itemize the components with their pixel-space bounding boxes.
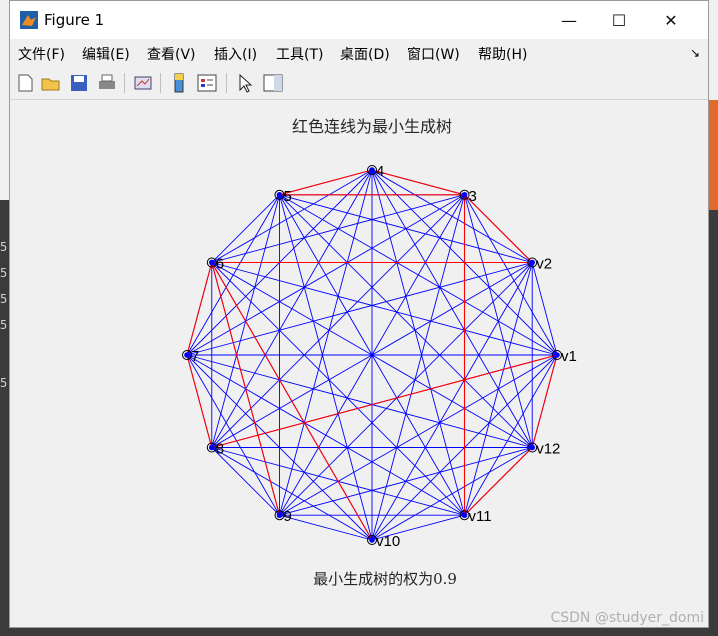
mst-edge xyxy=(211,262,373,541)
graph-edge xyxy=(279,262,533,516)
node-dot xyxy=(184,352,190,358)
graph-plot: 红色连线为最小生成树 v1 v2 3 4 5 6 7 8 9 v10 v11 v12 最小生成树的权为… xyxy=(182,117,577,588)
menu-tools[interactable]: 工具(T) xyxy=(276,44,323,64)
menu-view[interactable]: 查看(V) xyxy=(147,44,196,64)
legend-icon[interactable] xyxy=(196,72,218,94)
background-text: 5 xyxy=(0,376,8,390)
graph-edge xyxy=(464,194,533,448)
node-label: v1 xyxy=(561,348,577,365)
graph-edge xyxy=(211,194,465,448)
mst-edge xyxy=(464,194,533,263)
menu-insert[interactable]: 插入(I) xyxy=(214,44,257,64)
node-dot xyxy=(276,191,283,198)
node-label: 7 xyxy=(191,348,199,365)
mst-edge xyxy=(279,169,373,196)
toolbar-separator xyxy=(124,73,125,93)
menu-desktop[interactable]: 桌面(D) xyxy=(340,44,390,64)
graph-edge xyxy=(211,447,280,516)
mst-edge xyxy=(531,354,558,448)
watermark: CSDN @studyer_domi xyxy=(550,610,704,626)
node-label: 6 xyxy=(216,256,224,273)
graph-edge xyxy=(279,514,373,541)
open-file-icon[interactable] xyxy=(40,72,62,94)
mst-edge xyxy=(464,447,533,516)
node-dot xyxy=(554,352,560,358)
graph-edge xyxy=(279,447,533,516)
matlab-logo-icon xyxy=(20,11,38,29)
node-label: v11 xyxy=(469,508,492,525)
node-dot xyxy=(276,512,283,519)
node-dot xyxy=(369,167,375,173)
window-title: Figure 1 xyxy=(44,11,105,29)
property-editor-icon[interactable] xyxy=(262,72,284,94)
close-button[interactable]: ✕ xyxy=(648,1,694,39)
node-dot xyxy=(529,259,536,266)
graph-edge xyxy=(531,262,558,356)
toolbar-separator xyxy=(160,73,161,93)
mst-edge xyxy=(186,354,213,448)
print-icon[interactable] xyxy=(96,72,118,94)
mst-edge xyxy=(371,169,465,196)
node-label: v12 xyxy=(536,441,560,458)
minimize-button[interactable]: — xyxy=(546,1,592,39)
menu-window[interactable]: 窗口(W) xyxy=(407,44,460,64)
graph-nodes: v1 v2 3 4 5 6 7 8 9 v10 v11 v12 xyxy=(182,163,577,550)
node-label: v10 xyxy=(376,533,400,550)
mst-weight-caption: 最小生成树的权为0.9 xyxy=(313,570,457,588)
link-plot-icon[interactable] xyxy=(132,72,154,94)
graph-edge xyxy=(211,194,280,263)
node-dot xyxy=(461,512,468,519)
graph-edge xyxy=(371,169,533,448)
node-label: v2 xyxy=(536,256,552,273)
graph-edge xyxy=(211,447,373,541)
menu-bar: 文件(F) 编辑(E) 查看(V) 插入(I) 工具(T) 桌面(D) 窗口(W… xyxy=(10,39,708,67)
mst-edge xyxy=(186,262,213,356)
figure-window: Figure 1 — ☐ ✕ 文件(F) 编辑(E) 查看(V) 插入(I) 工… xyxy=(9,0,709,628)
node-dot xyxy=(208,444,215,451)
node-dot xyxy=(529,444,536,451)
node-dot xyxy=(369,537,375,543)
mst-edge xyxy=(211,262,281,516)
background-text: 5 xyxy=(0,318,8,332)
pointer-icon[interactable] xyxy=(234,72,256,94)
graph-edge xyxy=(371,447,533,541)
dock-arrow-icon[interactable]: ↘ xyxy=(690,46,700,60)
node-label: 4 xyxy=(376,163,384,180)
node-label: 3 xyxy=(469,188,477,205)
menu-edit[interactable]: 编辑(E) xyxy=(82,44,130,64)
save-icon[interactable] xyxy=(68,72,90,94)
figure-canvas: 红色连线为最小生成树 v1 v2 3 4 5 6 7 8 9 v10 v11 v12 最小生成树的权为… xyxy=(10,100,708,627)
node-dot xyxy=(461,191,468,198)
graph-edge xyxy=(211,262,465,516)
graph-edge xyxy=(279,194,533,448)
colorbar-icon[interactable] xyxy=(168,72,190,94)
node-label: 9 xyxy=(284,508,292,525)
complete-graph-edges xyxy=(186,169,558,541)
title-bar: Figure 1 — ☐ ✕ xyxy=(10,1,708,39)
maximize-button[interactable]: ☐ xyxy=(596,1,642,39)
graph-edge xyxy=(186,354,465,516)
node-dot xyxy=(208,259,215,266)
menu-help[interactable]: 帮助(H) xyxy=(478,44,527,64)
graph-edge xyxy=(186,354,280,516)
plot-title: 红色连线为最小生成树 xyxy=(292,117,452,136)
new-figure-icon[interactable] xyxy=(14,72,36,94)
node-label: 5 xyxy=(284,188,292,205)
node-label: 8 xyxy=(216,441,224,458)
background-text: 5 xyxy=(0,240,8,254)
background-text: 5 xyxy=(0,292,8,306)
toolbar xyxy=(10,67,708,100)
toolbar-separator xyxy=(226,73,227,93)
background-text: 5 xyxy=(0,266,8,280)
menu-file[interactable]: 文件(F) xyxy=(18,44,65,64)
